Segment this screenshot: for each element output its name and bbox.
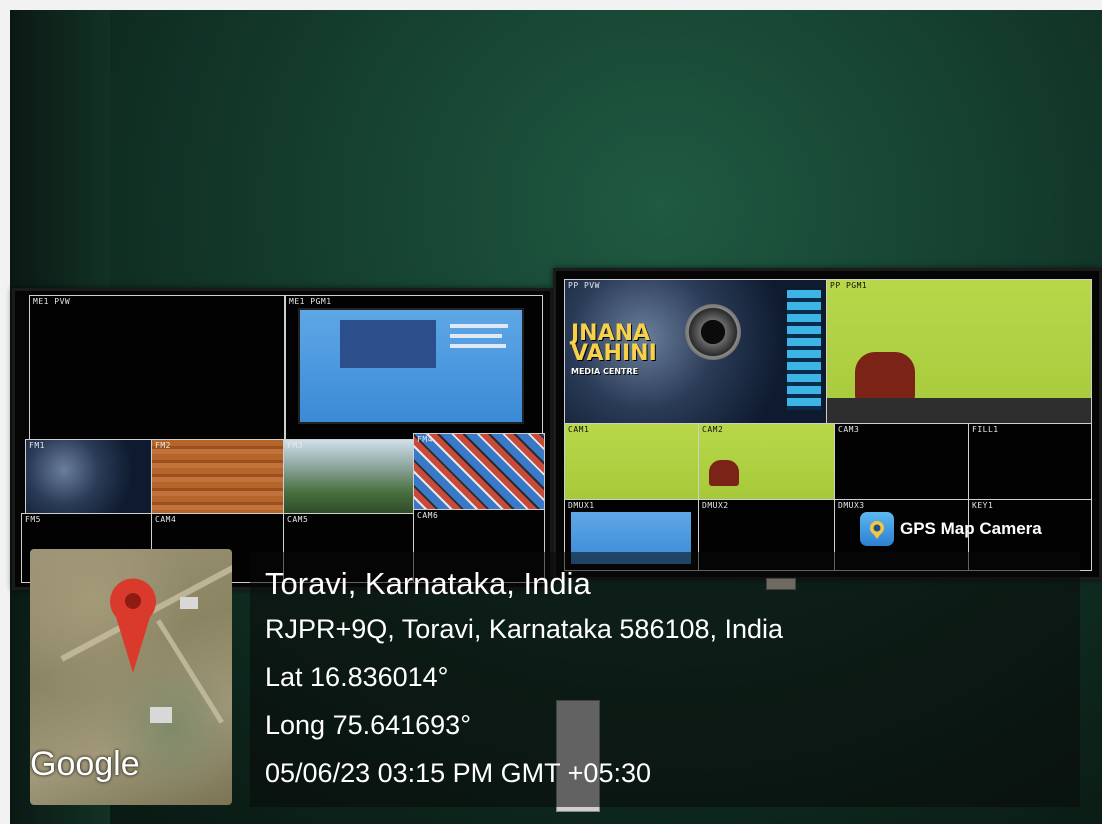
cell-label: CAM4 [155,515,177,524]
fm1-cell: FM1 [25,439,153,515]
cam2-cell: CAM2 [698,423,836,501]
map-building [180,597,198,609]
cell-label: FILL1 [972,425,999,434]
chair-graphic [709,460,739,486]
cell-label: DMUX2 [702,501,729,510]
cell-label: FM3 [287,441,303,450]
pp-program-cell: PP PGM1 [826,279,1092,425]
fill1-cell: FILL1 [968,423,1092,501]
cell-label: ME1 PVW [33,297,71,306]
photo-border-left [0,0,10,824]
location-longitude: Long 75.641693° [265,710,471,740]
cam1-cell: CAM1 [564,423,700,501]
cell-label: FM2 [155,441,171,450]
cell-label: DMUX3 [838,501,865,510]
fm3-cell: FM3 [283,439,415,515]
cell-label: CAM1 [568,425,590,434]
fm4-cell: FM4 [413,433,545,511]
desk-surface [827,398,1091,424]
map-pin-camera-icon [860,512,894,546]
cell-label: DMUX1 [568,501,595,510]
jnana-vahini-logo: JNANA VAHINI MEDIA CENTRE [571,323,657,376]
cell-label: FM4 [417,435,433,444]
camera-lens-graphic [685,304,741,360]
cell-label: PP PVW [568,281,600,290]
location-title: Toravi, Karnataka, India [265,566,591,601]
fm2-cell: FM2 [151,439,285,515]
gps-badge-label: GPS Map Camera [900,519,1042,538]
cell-label: FM1 [29,441,45,450]
film-reel-graphic [787,290,821,410]
pp-preview-cell: PP PVW JNANA VAHINI MEDIA CENTRE [564,279,828,425]
cell-label: ME1 PGM1 [289,297,332,306]
location-address: RJPR+9Q, Toravi, Karnataka 586108, India [265,614,784,644]
cell-label: CAM3 [838,425,860,434]
google-watermark: Google [30,745,140,783]
cam3-cell: CAM3 [834,423,970,501]
me1-program-cell: ME1 PGM1 [285,295,543,441]
map-thumbnail: Google [30,549,232,805]
me1-preview-cell: ME1 PVW [29,295,285,441]
logo-line-2: VAHINI [571,340,657,366]
cell-label: PP PGM1 [830,281,868,290]
photo-border-top [0,0,1102,10]
chair-graphic [855,352,915,400]
gps-map-camera-badge: GPS Map Camera [860,511,1042,547]
map-building [150,707,172,723]
logo-line-3: MEDIA CENTRE [571,366,639,376]
cell-label: KEY1 [972,501,994,510]
cell-label: FM5 [25,515,41,524]
location-latitude: Lat 16.836014° [265,662,449,692]
cell-label: CAM6 [417,511,439,520]
left-multiviewer-monitor: ME1 PVW ME1 PGM1 FM1 FM2 FM3 FM4 FM5 CAM… [12,288,553,590]
cell-label: CAM5 [287,515,309,524]
cell-label: CAM2 [702,425,724,434]
location-datetime: 05/06/23 03:15 PM GMT +05:30 [265,758,652,788]
program-webpage-thumbnail [298,308,524,424]
